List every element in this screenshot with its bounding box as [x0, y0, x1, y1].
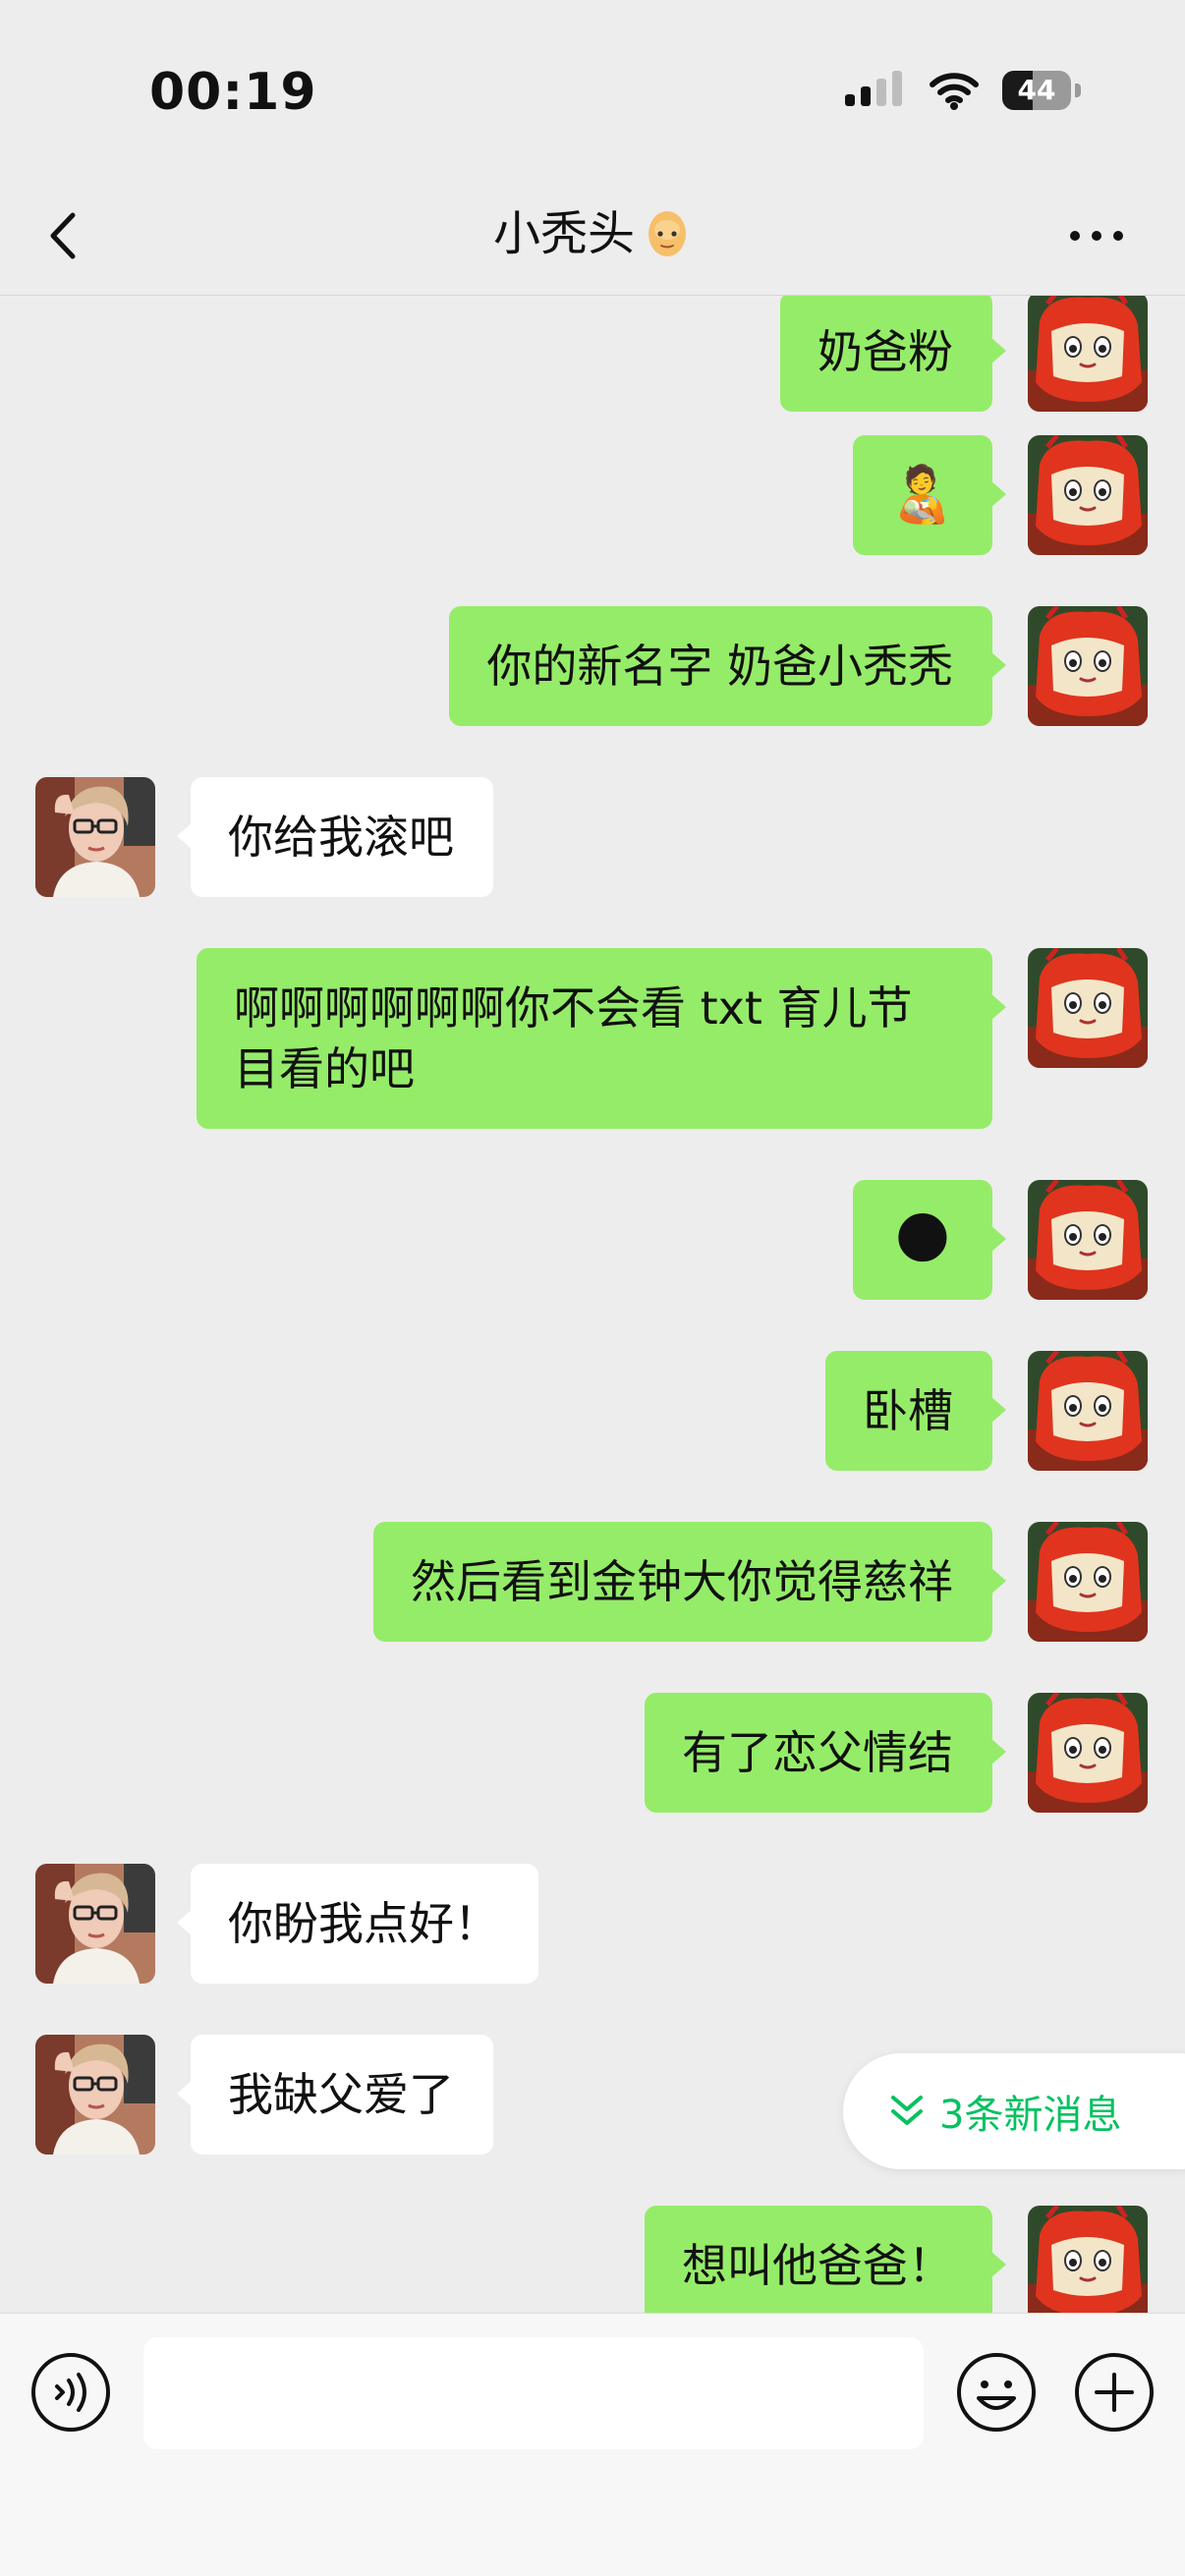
message-text: 啊啊啊啊啊啊你不会看 txt 育儿节目看的吧 [234, 981, 913, 1095]
cellular-signal-icon [845, 71, 902, 106]
contact-name: 小秃头 [492, 206, 635, 261]
chat-header: 小秃头 [0, 177, 1185, 296]
message-row: 你给我滚吧 [0, 777, 1185, 897]
my-avatar[interactable] [1028, 1693, 1148, 1813]
message-bubble[interactable]: 啊啊啊啊啊啊你不会看 txt 育儿节目看的吧 [197, 948, 1006, 1129]
message-row: 🌑 [0, 1180, 1185, 1300]
message-row: 🧑‍🍼 [0, 435, 1185, 555]
ellipsis-icon[interactable] [1057, 216, 1136, 255]
my-avatar[interactable] [1028, 948, 1148, 1068]
message-text: 我缺父爱了 [228, 2068, 454, 2121]
message-list[interactable]: 奶爸粉 🧑‍🍼 你的新名字 奶爸小秃秃你给我滚吧啊啊啊啊啊啊你不会看 txt 育儿节… [0, 296, 1185, 2313]
message-bubble[interactable]: 奶爸粉 [780, 296, 1006, 412]
my-avatar[interactable] [1028, 1351, 1148, 1471]
chat-screen: 00:19 44 小秃头 [0, 0, 1185, 2576]
battery-level: 44 [1017, 74, 1056, 106]
my-avatar[interactable] [1028, 1180, 1148, 1300]
status-bar: 00:19 44 [0, 0, 1185, 177]
battery-indicator: 44 [1002, 71, 1081, 110]
message-text: 想叫他爸爸！ [682, 2239, 953, 2292]
message-bubble[interactable]: 有了恋父情结 [645, 1693, 1006, 1813]
contact-avatar[interactable] [35, 777, 155, 897]
message-bubble[interactable]: 你给我滚吧 [177, 777, 493, 897]
my-avatar[interactable] [1028, 606, 1148, 726]
message-bubble[interactable]: 🧑‍🍼 [853, 435, 1006, 555]
message-text: 有了恋父情结 [682, 1726, 953, 1779]
wifi-icon [930, 73, 979, 110]
message-text: 你的新名字 奶爸小秃秃 [486, 640, 953, 693]
message-text: 你给我滚吧 [228, 811, 454, 864]
plus-icon[interactable] [1073, 2351, 1156, 2434]
my-avatar[interactable] [1028, 1522, 1148, 1642]
message-row: 然后看到金钟大你觉得慈祥 [0, 1522, 1185, 1642]
message-text: 卧槽 [863, 1384, 953, 1437]
message-row: 有了恋父情结 [0, 1693, 1185, 1813]
message-bubble[interactable]: 你盼我点好！ [177, 1864, 538, 1984]
message-row: 想叫他爸爸！ [0, 2206, 1185, 2313]
message-text: 奶爸粉 [818, 325, 953, 378]
new-messages-button[interactable]: 3条新消息 [843, 2053, 1185, 2169]
message-text: 然后看到金钟大你觉得慈祥 [411, 1555, 953, 1608]
input-bar [0, 2313, 1185, 2576]
message-input[interactable] [143, 2337, 924, 2449]
my-avatar[interactable] [1028, 296, 1148, 412]
message-row: 你的新名字 奶爸小秃秃 [0, 606, 1185, 726]
new-messages-label: 3条新消息 [939, 2093, 1122, 2138]
status-time: 00:19 [149, 63, 317, 122]
message-emoji: 🧑‍🍼 [888, 463, 957, 527]
my-avatar[interactable] [1028, 2206, 1148, 2313]
message-row: 你盼我点好！ [0, 1864, 1185, 1984]
my-avatar[interactable] [1028, 435, 1148, 555]
status-icons: 44 [845, 71, 1081, 110]
message-bubble[interactable]: 然后看到金钟大你觉得慈祥 [373, 1522, 1006, 1642]
message-row: 卧槽 [0, 1351, 1185, 1471]
message-bubble[interactable]: 你的新名字 奶爸小秃秃 [449, 606, 1006, 726]
message-bubble[interactable]: 想叫他爸爸！ [645, 2206, 1006, 2313]
contact-avatar[interactable] [35, 2035, 155, 2155]
message-text: 你盼我点好！ [228, 1897, 499, 1950]
message-bubble[interactable]: 卧槽 [825, 1351, 1006, 1471]
message-row: 啊啊啊啊啊啊你不会看 txt 育儿节目看的吧 [0, 948, 1185, 1129]
message-row: 奶爸粉 [0, 296, 1185, 412]
message-bubble[interactable]: 🌑 [853, 1180, 1006, 1300]
message-emoji: 🌑 [893, 1207, 952, 1271]
face-icon [649, 211, 686, 256]
voice-icon[interactable] [29, 2351, 112, 2434]
page-title: 小秃头 [0, 202, 1185, 265]
double-chevron-down-icon [891, 2096, 923, 2125]
contact-avatar[interactable] [35, 1864, 155, 1984]
message-bubble[interactable]: 我缺父爱了 [177, 2035, 493, 2155]
emoji-icon[interactable] [955, 2351, 1038, 2434]
